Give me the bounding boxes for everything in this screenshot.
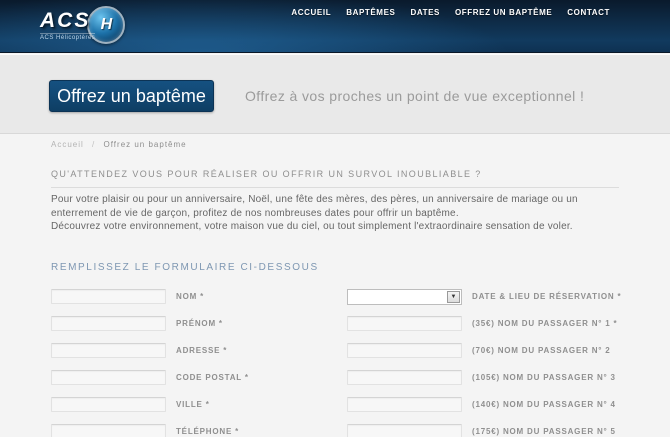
- form-row: CODE POSTAL *: [51, 370, 249, 385]
- intro-heading: QU'ATTENDEZ VOUS POUR RÉALISER OU OFFRIR…: [51, 169, 619, 188]
- passager-1-input[interactable]: [347, 316, 462, 331]
- form-column-left: NOM * PRÉNOM * ADRESSE * CODE POSTAL * V…: [51, 289, 249, 437]
- code-postal-input[interactable]: [51, 370, 166, 385]
- nom-label: NOM *: [176, 292, 204, 301]
- form-column-right: ▼ DATE & LIEU DE RÉSERVATION * (35€) NOM…: [347, 288, 622, 437]
- intro-paragraph: Pour votre plaisir ou pour un anniversai…: [51, 193, 623, 234]
- intro-paragraph-line2: Découvrez votre environnement, votre mai…: [51, 221, 573, 232]
- form-row: VILLE *: [51, 397, 249, 412]
- ville-label: VILLE *: [176, 400, 210, 409]
- page: ACS ACS Hélicoptères H ACCUEIL BAPTÊMES …: [0, 0, 670, 437]
- prenom-input[interactable]: [51, 316, 166, 331]
- passager-1-label: (35€) NOM DU PASSAGER N° 1 *: [472, 319, 618, 328]
- offrez-un-bapteme-button[interactable]: Offrez un baptême: [49, 80, 214, 112]
- logo-text: ACS ACS Hélicoptères: [40, 8, 96, 41]
- passager-3-label: (105€) NOM DU PASSAGER N° 3: [472, 373, 616, 382]
- form-row: (105€) NOM DU PASSAGER N° 3: [347, 370, 621, 385]
- form-row: PRÉNOM *: [51, 316, 249, 331]
- breadcrumb: Accueil / Offrez un baptême: [51, 140, 187, 149]
- ville-input[interactable]: [51, 397, 166, 412]
- code-postal-label: CODE POSTAL *: [176, 373, 249, 382]
- breadcrumb-home-link[interactable]: Accueil: [51, 140, 84, 149]
- form-title: REMPLISSEZ LE FORMULAIRE CI-DESSOUS: [51, 262, 319, 273]
- nav-item-offrez-un-bapteme[interactable]: OFFREZ UN BAPTÊME: [455, 8, 552, 17]
- passager-2-input[interactable]: [347, 343, 462, 358]
- form-row: (140€) NOM DU PASSAGER N° 4: [347, 397, 621, 412]
- breadcrumb-current: Offrez un baptême: [103, 140, 187, 149]
- nav-item-accueil[interactable]: ACCUEIL: [291, 8, 331, 17]
- chevron-down-icon: ▼: [447, 290, 460, 303]
- passager-3-input[interactable]: [347, 370, 462, 385]
- date-lieu-select[interactable]: ▼: [347, 288, 462, 305]
- passager-2-label: (70€) NOM DU PASSAGER N° 2: [472, 346, 611, 355]
- intro-paragraph-line1: Pour votre plaisir ou pour un anniversai…: [51, 194, 578, 219]
- passager-4-input[interactable]: [347, 397, 462, 412]
- nav-item-baptemes[interactable]: BAPTÊMES: [346, 8, 395, 17]
- logo[interactable]: ACS ACS Hélicoptères H: [40, 6, 126, 44]
- form-row: (175€) NOM DU PASSAGER N° 5: [347, 424, 621, 437]
- telephone-label: TÉLÉPHONE *: [176, 427, 240, 436]
- form-row: ▼ DATE & LIEU DE RÉSERVATION *: [347, 288, 622, 305]
- nav-item-dates[interactable]: DATES: [410, 8, 440, 17]
- adresse-label: ADRESSE *: [176, 346, 228, 355]
- form-row: TÉLÉPHONE *: [51, 424, 249, 437]
- form-row: ADRESSE *: [51, 343, 249, 358]
- telephone-input[interactable]: [51, 424, 166, 437]
- prenom-label: PRÉNOM *: [176, 319, 223, 328]
- logo-acronym: ACS: [40, 8, 91, 32]
- form-row: (70€) NOM DU PASSAGER N° 2: [347, 343, 621, 358]
- main-nav: ACCUEIL BAPTÊMES DATES OFFREZ UN BAPTÊME…: [291, 8, 610, 17]
- passager-5-input[interactable]: [347, 424, 462, 437]
- date-lieu-label: DATE & LIEU DE RÉSERVATION *: [472, 292, 622, 301]
- top-navbar: ACS ACS Hélicoptères H ACCUEIL BAPTÊMES …: [0, 0, 670, 53]
- nom-input[interactable]: [51, 289, 166, 304]
- breadcrumb-separator: /: [92, 140, 96, 149]
- passager-5-label: (175€) NOM DU PASSAGER N° 5: [472, 427, 616, 436]
- nav-item-contact[interactable]: CONTACT: [567, 8, 610, 17]
- hero-tagline: Offrez à vos proches un point de vue exc…: [245, 88, 585, 104]
- logo-subtitle: ACS Hélicoptères: [40, 32, 96, 41]
- adresse-input[interactable]: [51, 343, 166, 358]
- hero-band: Offrez un baptême Offrez à vos proches u…: [0, 54, 670, 134]
- passager-4-label: (140€) NOM DU PASSAGER N° 4: [472, 400, 616, 409]
- form-row: NOM *: [51, 289, 249, 304]
- form-row: (35€) NOM DU PASSAGER N° 1 *: [347, 316, 621, 331]
